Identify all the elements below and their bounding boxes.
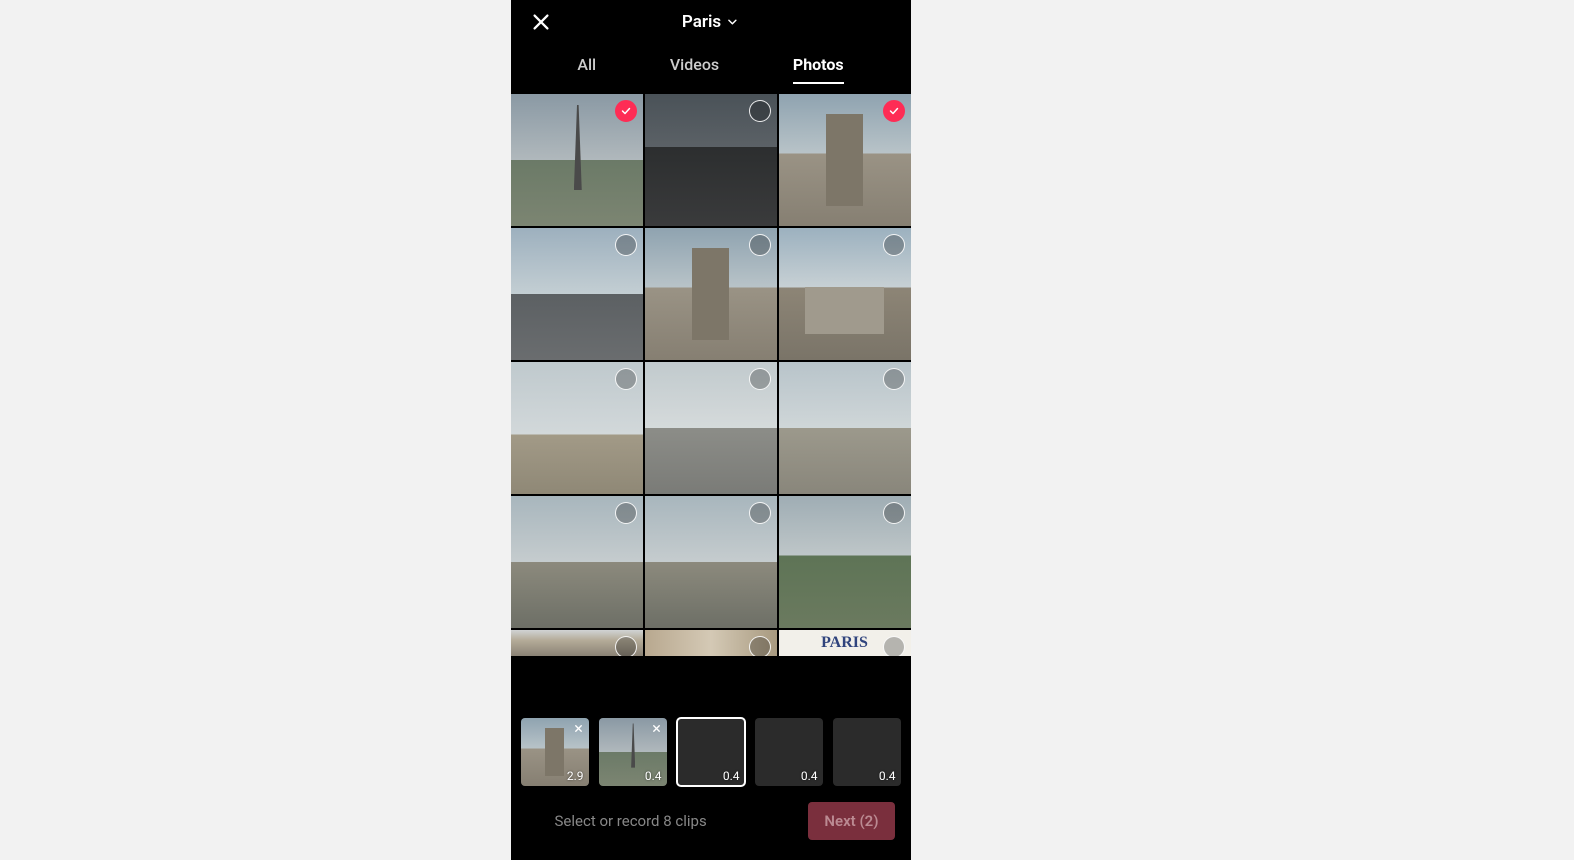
next-button[interactable]: Next (2) xyxy=(808,802,894,840)
photo-thumbnail[interactable] xyxy=(645,228,777,360)
clip-slot[interactable]: 0.4 xyxy=(599,718,667,786)
remove-clip-button[interactable] xyxy=(649,720,665,736)
photo-thumbnail[interactable] xyxy=(779,496,911,628)
photo-thumbnail[interactable] xyxy=(779,228,911,360)
selection-indicator[interactable] xyxy=(883,636,905,656)
album-title: Paris xyxy=(682,12,721,32)
close-icon xyxy=(530,11,552,33)
clip-duration: 0.4 xyxy=(796,766,823,786)
selection-tray: 2.9 0.4 0.4 0.4 0.4 xyxy=(511,704,911,794)
photo-thumbnail[interactable] xyxy=(511,630,643,656)
close-button[interactable] xyxy=(527,8,555,36)
photo-thumbnail[interactable] xyxy=(511,362,643,494)
clip-slot[interactable]: 0.4 xyxy=(677,718,745,786)
photo-thumbnail[interactable] xyxy=(645,630,777,656)
photo-thumbnail[interactable] xyxy=(779,94,911,226)
selection-indicator[interactable] xyxy=(615,368,637,390)
album-dropdown[interactable]: Paris xyxy=(682,12,739,32)
clip-duration: 0.4 xyxy=(640,766,667,786)
header: Paris xyxy=(511,0,911,44)
selection-indicator[interactable] xyxy=(749,368,771,390)
remove-icon xyxy=(651,723,662,734)
photo-thumbnail[interactable] xyxy=(779,362,911,494)
chevron-down-icon xyxy=(725,15,739,29)
photo-thumbnail[interactable] xyxy=(511,496,643,628)
clip-slot[interactable]: 0.4 xyxy=(755,718,823,786)
selection-indicator[interactable] xyxy=(883,234,905,256)
hint-text: Select or record 8 clips xyxy=(555,812,707,830)
selection-indicator[interactable] xyxy=(883,368,905,390)
clip-duration: 0.4 xyxy=(874,766,901,786)
tab-all[interactable]: All xyxy=(577,55,596,84)
photo-thumbnail[interactable] xyxy=(645,496,777,628)
photo-thumbnail[interactable] xyxy=(511,94,643,226)
photo-thumbnail[interactable] xyxy=(645,362,777,494)
bottom-bar: Select or record 8 clips Next (2) xyxy=(511,794,911,860)
selection-indicator[interactable] xyxy=(883,502,905,524)
tab-photos[interactable]: Photos xyxy=(793,55,844,84)
remove-clip-button[interactable] xyxy=(571,720,587,736)
selection-indicator[interactable] xyxy=(749,234,771,256)
photo-grid: PARIS xyxy=(511,94,911,704)
selection-indicator[interactable] xyxy=(615,234,637,256)
media-tabs: All Videos Photos xyxy=(511,44,911,94)
check-icon xyxy=(620,105,632,117)
selection-indicator[interactable] xyxy=(615,636,637,656)
selection-indicator[interactable] xyxy=(615,100,637,122)
selection-indicator[interactable] xyxy=(883,100,905,122)
photo-thumbnail[interactable]: PARIS xyxy=(779,630,911,656)
clip-slot[interactable]: 2.9 xyxy=(521,718,589,786)
selection-indicator[interactable] xyxy=(749,100,771,122)
photo-thumbnail[interactable] xyxy=(511,228,643,360)
selection-indicator[interactable] xyxy=(749,502,771,524)
photo-thumbnail[interactable] xyxy=(645,94,777,226)
media-picker-screen: Paris All Videos Photos PARIS 2.9 0.4 0.4 0… xyxy=(511,0,911,860)
check-icon xyxy=(888,105,900,117)
selection-indicator[interactable] xyxy=(749,636,771,656)
tab-videos[interactable]: Videos xyxy=(670,55,719,84)
clip-duration: 0.4 xyxy=(718,766,745,786)
clip-duration: 2.9 xyxy=(562,766,589,786)
clip-slot[interactable]: 0.4 xyxy=(833,718,901,786)
selection-indicator[interactable] xyxy=(615,502,637,524)
remove-icon xyxy=(573,723,584,734)
